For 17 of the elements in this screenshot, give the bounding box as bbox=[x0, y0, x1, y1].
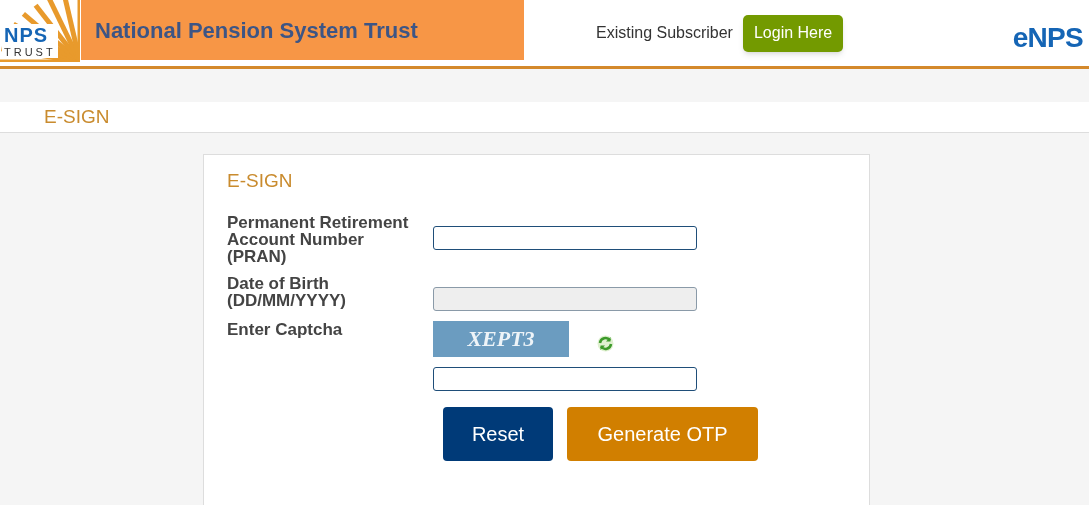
field-label: Date of Birth (DD/MM/YYYY) bbox=[227, 274, 347, 311]
logo-subtitle: TRUST bbox=[4, 46, 56, 58]
reset-button[interactable]: Reset bbox=[443, 406, 553, 461]
logo-mark: NPS bbox=[4, 24, 50, 46]
generate-otp-button[interactable]: Generate OTP bbox=[567, 406, 758, 461]
brand-logo: eNPS bbox=[1012, 21, 1083, 55]
field-label: Enter Captcha bbox=[227, 320, 344, 341]
refresh-icon[interactable] bbox=[597, 335, 614, 352]
field-label: Permanent Retirement Account Number (PRAN) bbox=[227, 213, 410, 265]
subscriber-label: Existing Subscriber bbox=[596, 23, 733, 43]
input-field[interactable] bbox=[433, 225, 697, 250]
login-button[interactable]: Login Here bbox=[742, 14, 844, 52]
input-field[interactable] bbox=[433, 366, 697, 391]
banner-title: National Pension System Trust bbox=[95, 16, 418, 45]
captcha-text: XEPT3 bbox=[467, 325, 535, 353]
page-title: E-SIGN bbox=[44, 104, 110, 129]
form-title: E-SIGN bbox=[227, 169, 294, 193]
